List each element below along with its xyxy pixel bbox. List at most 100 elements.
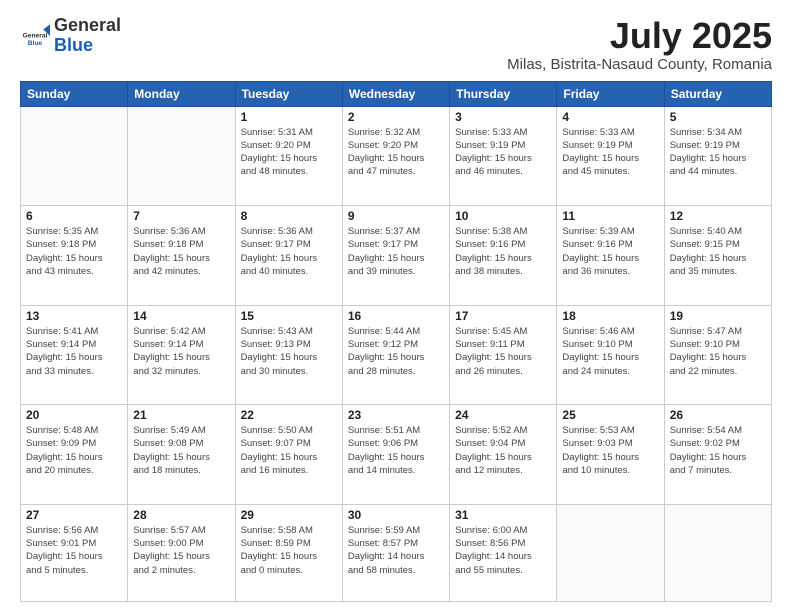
day-number: 12 [670, 209, 766, 223]
day-number: 7 [133, 209, 229, 223]
day-info: Sunrise: 5:43 AM Sunset: 9:13 PM Dayligh… [241, 325, 337, 378]
calendar-cell: 5 Sunrise: 5:34 AM Sunset: 9:19 PM Daylig… [664, 106, 771, 206]
calendar-cell: 28 Sunrise: 5:57 AM Sunset: 9:00 PM Dayli… [128, 504, 235, 601]
day-info: Sunrise: 5:41 AM Sunset: 9:14 PM Dayligh… [26, 325, 122, 378]
day-number: 21 [133, 408, 229, 422]
day-info: Sunrise: 5:34 AM Sunset: 9:19 PM Dayligh… [670, 126, 766, 179]
day-number: 31 [455, 508, 551, 522]
location-subtitle: Milas, Bistrita-Nasaud County, Romania [507, 56, 772, 73]
calendar-cell [664, 504, 771, 601]
calendar-week-row: 13Sunrise: 5:41 AM Sunset: 9:14 PM Dayli… [21, 305, 772, 405]
calendar-cell: 16Sunrise: 5:44 AM Sunset: 9:12 PM Dayli… [342, 305, 449, 405]
calendar-cell [557, 504, 664, 601]
calendar-cell: 12Sunrise: 5:40 AM Sunset: 9:15 PM Dayli… [664, 206, 771, 306]
day-number: 5 [670, 110, 766, 124]
day-number: 9 [348, 209, 444, 223]
calendar-cell: 18 Sunrise: 5:46 AM Sunset: 9:10 PM Dayli… [557, 305, 664, 405]
day-number: 20 [26, 408, 122, 422]
day-number: 25 [562, 408, 658, 422]
calendar-week-row: 20Sunrise: 5:48 AM Sunset: 9:09 PM Dayli… [21, 405, 772, 505]
day-number: 10 [455, 209, 551, 223]
day-number: 27 [26, 508, 122, 522]
day-number: 30 [348, 508, 444, 522]
day-info: Sunrise: 5:37 AM Sunset: 9:17 PM Dayligh… [348, 225, 444, 278]
page: General Blue General Blue July 2025 Mila… [0, 0, 792, 612]
calendar-cell: 25Sunrise: 5:53 AM Sunset: 9:03 PM Dayli… [557, 405, 664, 505]
day-number: 28 [133, 508, 229, 522]
calendar-cell [21, 106, 128, 206]
day-number: 23 [348, 408, 444, 422]
calendar-cell: 26 Sunrise: 5:54 AM Sunset: 9:02 PM Dayli… [664, 405, 771, 505]
day-number: 4 [562, 110, 658, 124]
calendar-cell: 27 Sunrise: 5:56 AM Sunset: 9:01 PM Dayli… [21, 504, 128, 601]
day-number: 3 [455, 110, 551, 124]
calendar-week-row: 1 Sunrise: 5:31 AM Sunset: 9:20 PM Daylig… [21, 106, 772, 206]
calendar-cell: 29 Sunrise: 5:58 AM Sunset: 8:59 PM Dayli… [235, 504, 342, 601]
calendar-cell: 21 Sunrise: 5:49 AM Sunset: 9:08 PM Dayli… [128, 405, 235, 505]
weekday-header: Monday [128, 81, 235, 106]
day-info: Sunrise: 5:32 AM Sunset: 9:20 PM Dayligh… [348, 126, 444, 179]
calendar-cell: 19Sunrise: 5:47 AM Sunset: 9:10 PM Dayli… [664, 305, 771, 405]
day-info: Sunrise: 5:52 AM Sunset: 9:04 PM Dayligh… [455, 424, 551, 477]
calendar-cell: 15 Sunrise: 5:43 AM Sunset: 9:13 PM Dayli… [235, 305, 342, 405]
logo: General Blue General Blue [20, 16, 121, 56]
weekday-header: Wednesday [342, 81, 449, 106]
day-info: Sunrise: 5:56 AM Sunset: 9:01 PM Dayligh… [26, 524, 122, 577]
day-number: 2 [348, 110, 444, 124]
day-info: Sunrise: 5:54 AM Sunset: 9:02 PM Dayligh… [670, 424, 766, 477]
calendar-header-row: SundayMondayTuesdayWednesdayThursdayFrid… [21, 81, 772, 106]
svg-text:Blue: Blue [28, 40, 43, 47]
calendar-cell: 17 Sunrise: 5:45 AM Sunset: 9:11 PM Dayli… [450, 305, 557, 405]
day-number: 17 [455, 309, 551, 323]
calendar-cell: 14 Sunrise: 5:42 AM Sunset: 9:14 PM Dayli… [128, 305, 235, 405]
calendar-cell: 30 Sunrise: 5:59 AM Sunset: 8:57 PM Dayli… [342, 504, 449, 601]
day-info: Sunrise: 5:46 AM Sunset: 9:10 PM Dayligh… [562, 325, 658, 378]
logo-blue-text: Blue [54, 35, 93, 55]
day-info: Sunrise: 5:38 AM Sunset: 9:16 PM Dayligh… [455, 225, 551, 278]
weekday-header: Sunday [21, 81, 128, 106]
title-block: July 2025 Milas, Bistrita-Nasaud County,… [507, 16, 772, 73]
day-info: Sunrise: 5:36 AM Sunset: 9:18 PM Dayligh… [133, 225, 229, 278]
calendar-cell: 31 Sunrise: 6:00 AM Sunset: 8:56 PM Dayli… [450, 504, 557, 601]
weekday-header: Saturday [664, 81, 771, 106]
day-number: 26 [670, 408, 766, 422]
calendar-cell: 10 Sunrise: 5:38 AM Sunset: 9:16 PM Dayli… [450, 206, 557, 306]
day-number: 14 [133, 309, 229, 323]
day-info: Sunrise: 5:44 AM Sunset: 9:12 PM Dayligh… [348, 325, 444, 378]
day-number: 6 [26, 209, 122, 223]
day-number: 1 [241, 110, 337, 124]
day-info: Sunrise: 5:31 AM Sunset: 9:20 PM Dayligh… [241, 126, 337, 179]
day-info: Sunrise: 5:33 AM Sunset: 9:19 PM Dayligh… [562, 126, 658, 179]
calendar-cell: 4 Sunrise: 5:33 AM Sunset: 9:19 PM Daylig… [557, 106, 664, 206]
day-number: 29 [241, 508, 337, 522]
calendar-cell: 23Sunrise: 5:51 AM Sunset: 9:06 PM Dayli… [342, 405, 449, 505]
day-info: Sunrise: 6:00 AM Sunset: 8:56 PM Dayligh… [455, 524, 551, 577]
day-info: Sunrise: 5:57 AM Sunset: 9:00 PM Dayligh… [133, 524, 229, 577]
day-info: Sunrise: 5:33 AM Sunset: 9:19 PM Dayligh… [455, 126, 551, 179]
calendar-cell: 22Sunrise: 5:50 AM Sunset: 9:07 PM Dayli… [235, 405, 342, 505]
day-info: Sunrise: 5:59 AM Sunset: 8:57 PM Dayligh… [348, 524, 444, 577]
calendar-cell: 13Sunrise: 5:41 AM Sunset: 9:14 PM Dayli… [21, 305, 128, 405]
calendar-cell: 11 Sunrise: 5:39 AM Sunset: 9:16 PM Dayli… [557, 206, 664, 306]
day-info: Sunrise: 5:49 AM Sunset: 9:08 PM Dayligh… [133, 424, 229, 477]
day-info: Sunrise: 5:39 AM Sunset: 9:16 PM Dayligh… [562, 225, 658, 278]
day-info: Sunrise: 5:47 AM Sunset: 9:10 PM Dayligh… [670, 325, 766, 378]
header: General Blue General Blue July 2025 Mila… [20, 16, 772, 73]
calendar-table: SundayMondayTuesdayWednesdayThursdayFrid… [20, 81, 772, 602]
calendar-cell: 7 Sunrise: 5:36 AM Sunset: 9:18 PM Daylig… [128, 206, 235, 306]
day-number: 15 [241, 309, 337, 323]
day-info: Sunrise: 5:36 AM Sunset: 9:17 PM Dayligh… [241, 225, 337, 278]
day-number: 8 [241, 209, 337, 223]
weekday-header: Friday [557, 81, 664, 106]
day-number: 18 [562, 309, 658, 323]
day-info: Sunrise: 5:50 AM Sunset: 9:07 PM Dayligh… [241, 424, 337, 477]
logo-general-text: General [54, 15, 121, 35]
calendar-week-row: 27 Sunrise: 5:56 AM Sunset: 9:01 PM Dayli… [21, 504, 772, 601]
calendar-cell: 3 Sunrise: 5:33 AM Sunset: 9:19 PM Daylig… [450, 106, 557, 206]
day-info: Sunrise: 5:58 AM Sunset: 8:59 PM Dayligh… [241, 524, 337, 577]
day-info: Sunrise: 5:42 AM Sunset: 9:14 PM Dayligh… [133, 325, 229, 378]
calendar-cell: 6Sunrise: 5:35 AM Sunset: 9:18 PM Daylig… [21, 206, 128, 306]
day-number: 24 [455, 408, 551, 422]
day-info: Sunrise: 5:45 AM Sunset: 9:11 PM Dayligh… [455, 325, 551, 378]
day-number: 11 [562, 209, 658, 223]
